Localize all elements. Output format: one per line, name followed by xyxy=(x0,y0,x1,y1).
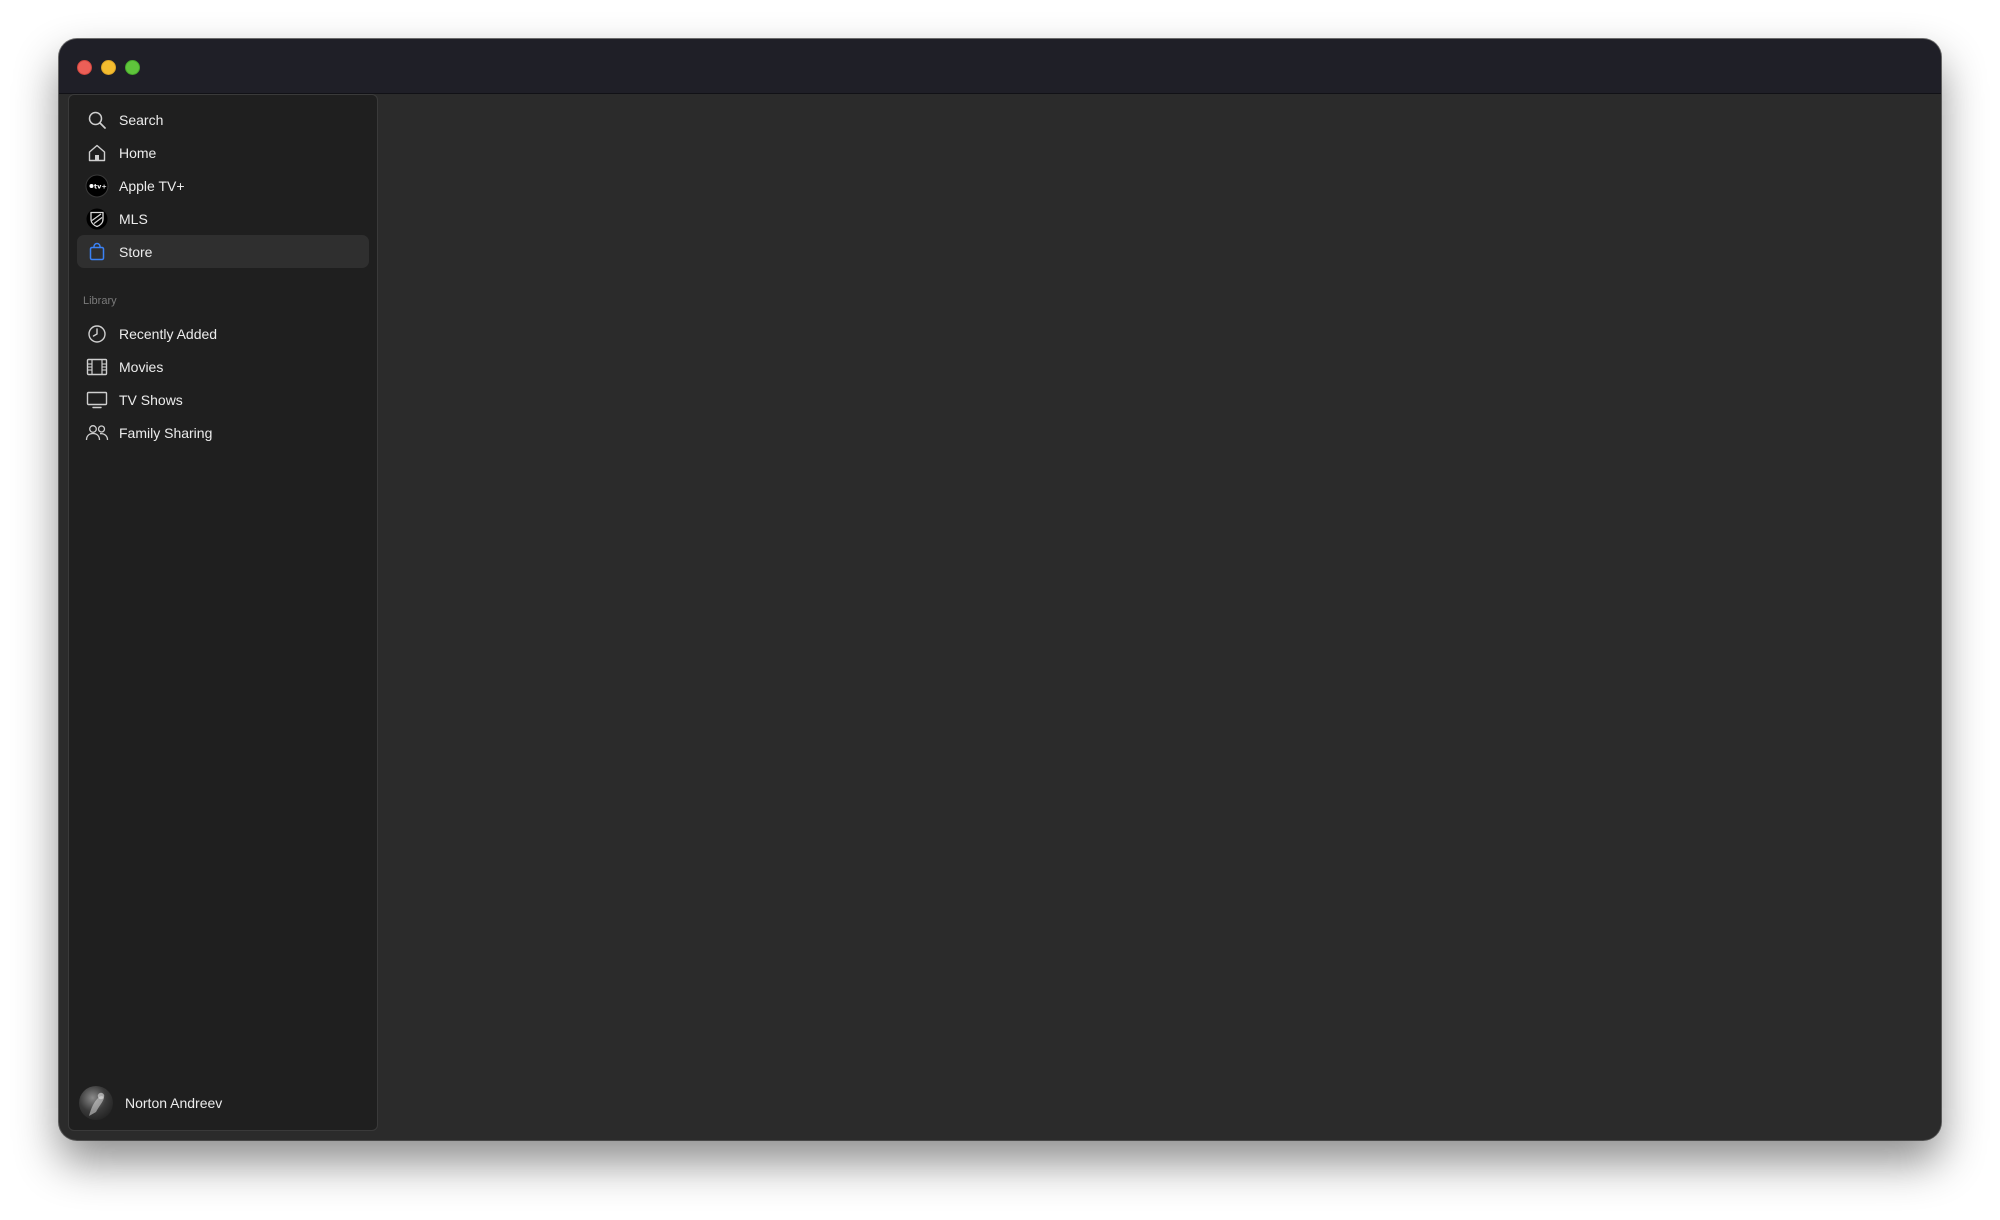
sidebar-item-label: Search xyxy=(119,111,164,128)
account-profile[interactable]: Norton Andreev xyxy=(77,1083,369,1123)
avatar xyxy=(79,1086,113,1120)
clock-icon xyxy=(85,322,109,346)
sidebar-item-mls[interactable]: MLS xyxy=(77,202,369,235)
people-icon xyxy=(85,421,109,445)
sidebar-item-tv-shows[interactable]: TV Shows xyxy=(77,383,369,416)
sidebar-item-apple-tv-plus[interactable]: tv+ Apple TV+ xyxy=(77,169,369,202)
mls-shield-icon xyxy=(85,207,109,231)
sidebar-item-search[interactable]: Search xyxy=(77,103,369,136)
svg-text:tv+: tv+ xyxy=(94,182,107,190)
sidebar-item-label: MLS xyxy=(119,210,148,227)
sidebar-item-label: Apple TV+ xyxy=(119,177,185,194)
library-section-header: Library xyxy=(83,295,117,307)
sidebar: Search Home tv+ Apple TV+ MLS Store Libr… xyxy=(68,94,378,1131)
app-window: Search Home tv+ Apple TV+ MLS Store Libr… xyxy=(59,39,1941,1140)
sidebar-item-label: TV Shows xyxy=(119,391,183,408)
sidebar-item-recently-added[interactable]: Recently Added xyxy=(77,317,369,350)
sidebar-item-label: Family Sharing xyxy=(119,424,213,441)
sidebar-item-label: Home xyxy=(119,144,157,161)
sidebar-item-label: Store xyxy=(119,243,153,260)
zoom-window-button[interactable] xyxy=(125,60,140,75)
tv-monitor-icon xyxy=(85,388,109,412)
close-window-button[interactable] xyxy=(77,60,92,75)
sidebar-item-movies[interactable]: Movies xyxy=(77,350,369,383)
minimize-window-button[interactable] xyxy=(101,60,116,75)
sidebar-item-store[interactable]: Store xyxy=(77,235,369,268)
magnifying-glass-icon xyxy=(85,108,109,132)
title-bar xyxy=(59,39,1941,94)
sidebar-item-label: Recently Added xyxy=(119,325,218,342)
shopping-bag-icon xyxy=(85,240,109,264)
sidebar-item-family-sharing[interactable]: Family Sharing xyxy=(77,416,369,449)
film-strip-icon xyxy=(85,355,109,379)
sidebar-item-label: Movies xyxy=(119,358,164,375)
apple-tv-plus-icon: tv+ xyxy=(85,174,109,198)
profile-name: Norton Andreev xyxy=(125,1095,223,1111)
sidebar-item-home[interactable]: Home xyxy=(77,136,369,169)
main-content-area xyxy=(379,94,1941,1140)
house-icon xyxy=(85,141,109,165)
